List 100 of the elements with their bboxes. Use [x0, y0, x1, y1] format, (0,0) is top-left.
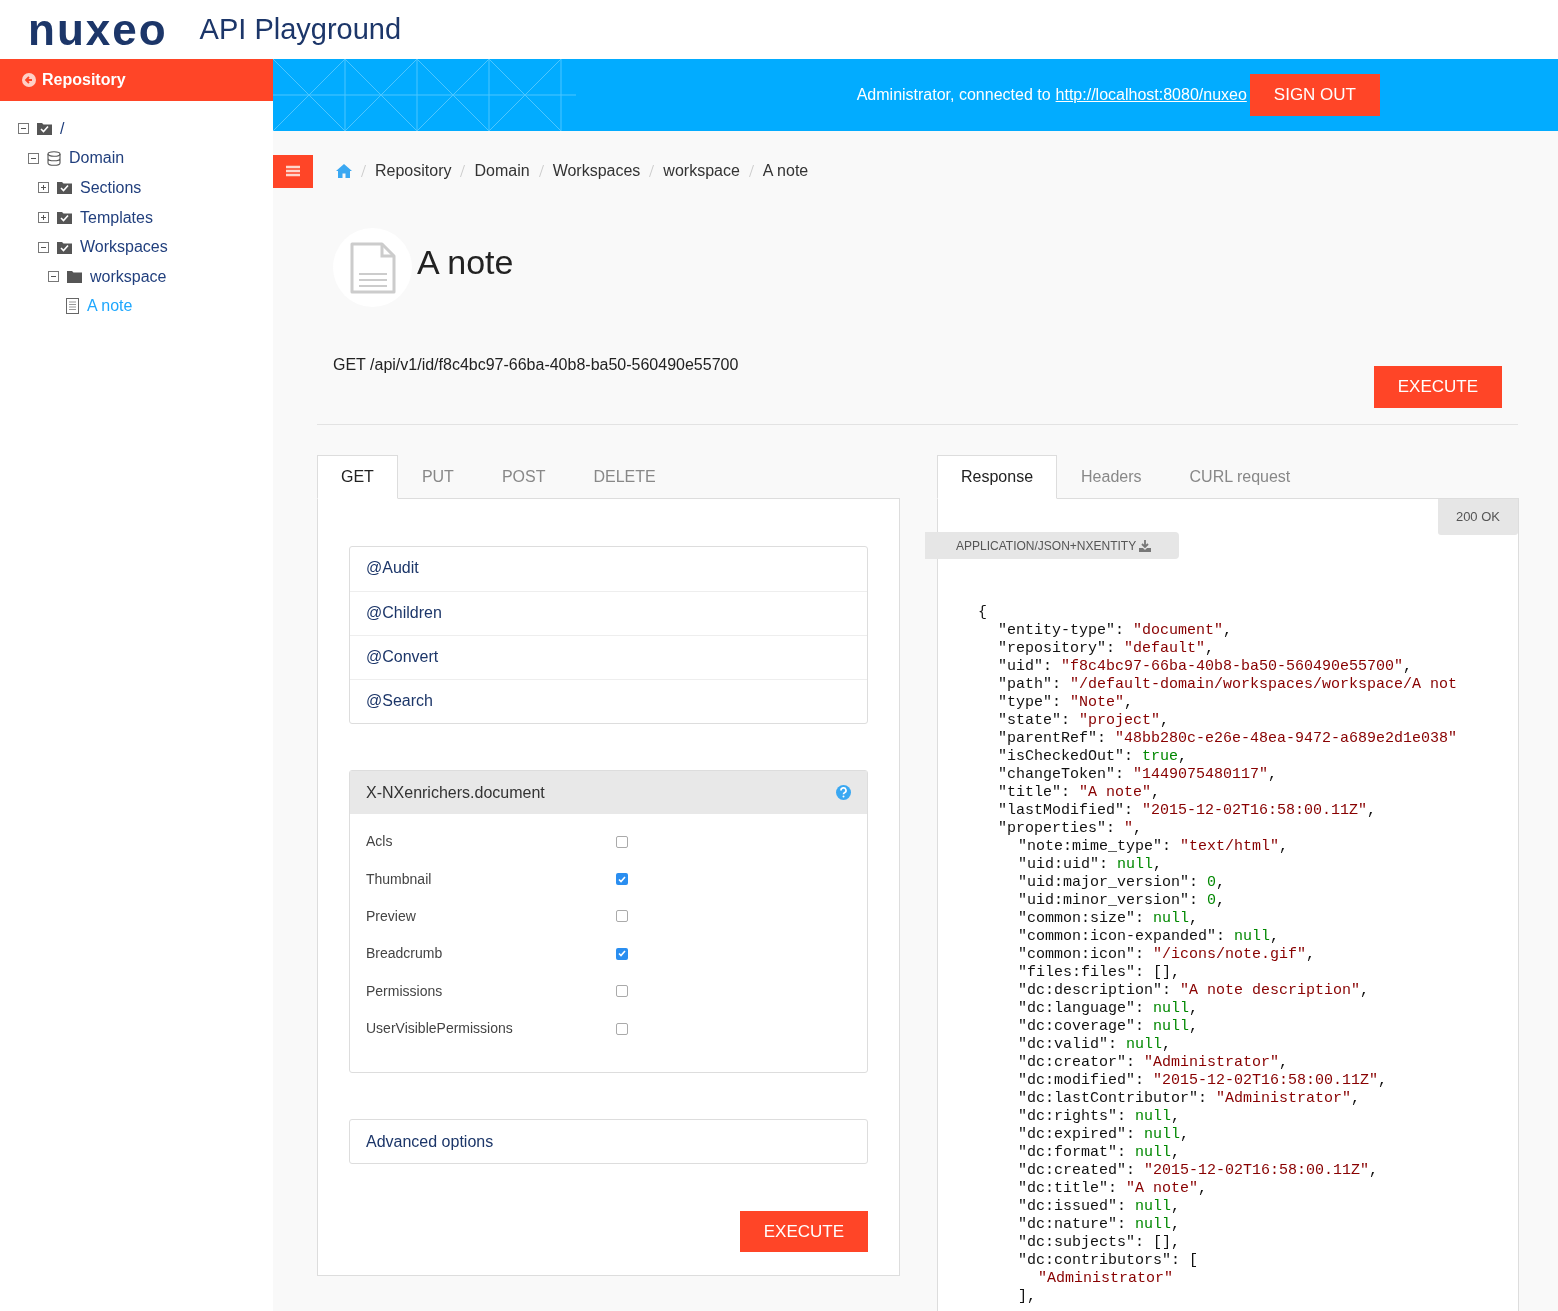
json-key: "dc:lastContributor": — [1018, 1090, 1208, 1108]
json-punctuation: , — [1279, 1054, 1289, 1072]
tree-item[interactable]: Domain — [69, 146, 125, 171]
tree-item[interactable]: Workspaces — [80, 235, 168, 260]
json-punctuation: , — [1189, 1018, 1199, 1036]
json-key: "dc:coverage": — [1018, 1018, 1145, 1036]
enricher-label: Permissions — [366, 981, 444, 1001]
json-punctuation: , — [1124, 694, 1134, 712]
home-icon[interactable] — [336, 164, 352, 178]
tab[interactable]: Response — [937, 455, 1058, 499]
tree-item[interactable]: Templates — [80, 205, 153, 230]
json-value: null — [1153, 910, 1190, 928]
json-key: "uid:major_version": — [1018, 874, 1199, 892]
json-punctuation: ], — [1018, 1288, 1036, 1306]
checkbox[interactable] — [616, 985, 628, 998]
adapter-link[interactable]: @Convert — [350, 635, 867, 679]
json-value: "A note" — [1079, 784, 1152, 802]
connection-text: Administrator, connected to — [856, 85, 1051, 105]
checkbox[interactable] — [616, 835, 628, 848]
json-punctuation: { — [978, 604, 987, 621]
json-key: "state": — [998, 712, 1070, 730]
breadcrumb-separator-icon — [361, 165, 366, 177]
json-value: [], — [1153, 1234, 1181, 1252]
json-value: null — [1234, 928, 1271, 946]
json-value: "f8c4bc97-66ba-40b8-ba50-560490e55700" — [1061, 658, 1404, 676]
folder-check-icon — [57, 211, 72, 225]
advanced-options-toggle[interactable]: Advanced options — [349, 1119, 868, 1165]
json-punctuation: , — [1279, 838, 1289, 856]
breadcrumb-separator-icon — [460, 165, 466, 177]
json-value: "Administrator" — [1216, 1090, 1352, 1108]
json-value: "48bb280c-e26e-48ea-9472-a689e2d1e038" — [1115, 730, 1458, 748]
json-value: "Note" — [1070, 694, 1125, 712]
json-key: "common:icon": — [1018, 946, 1145, 964]
checkbox[interactable] — [616, 910, 628, 923]
adapter-link[interactable]: @Audit — [350, 547, 867, 591]
json-punctuation: , — [1306, 946, 1316, 964]
breadcrumb-link[interactable]: Workspaces — [552, 159, 641, 183]
tree-item[interactable]: Sections — [80, 176, 142, 200]
breadcrumb-link[interactable]: A note — [762, 159, 809, 183]
collapse-icon[interactable] — [28, 152, 39, 164]
json-value: "/icons/note.gif" — [1153, 946, 1307, 964]
json-punctuation: , — [1171, 1198, 1181, 1216]
json-value: null — [1126, 1036, 1163, 1054]
json-punctuation: , — [1171, 1108, 1181, 1126]
json-key: "dc:issued": — [1018, 1198, 1127, 1216]
folder-icon — [67, 270, 82, 284]
json-key: "title": — [998, 784, 1070, 802]
document-icon — [349, 241, 396, 294]
json-key: "dc:creator": — [1018, 1054, 1136, 1072]
download-icon[interactable] — [1139, 539, 1152, 552]
menu-button[interactable] — [273, 154, 313, 188]
help-icon[interactable] — [836, 785, 851, 800]
json-key: "type": — [998, 694, 1061, 712]
json-value: null — [1135, 1198, 1172, 1216]
breadcrumb-separator-icon — [748, 165, 754, 177]
json-key: "uid:uid": — [1018, 856, 1108, 874]
tree-item[interactable]: workspace — [90, 264, 167, 289]
checkbox[interactable] — [616, 873, 628, 886]
collapse-icon[interactable] — [48, 271, 59, 283]
json-punctuation: , — [1180, 1126, 1190, 1144]
json-key: "dc:created": — [1018, 1162, 1136, 1180]
json-value: "text/html" — [1180, 838, 1280, 856]
json-punctuation: , — [1178, 748, 1188, 766]
json-key: "properties": — [998, 820, 1116, 838]
json-key: "dc:language": — [1018, 1000, 1145, 1018]
json-key: "dc:valid": — [1018, 1036, 1118, 1054]
json-punctuation: , — [1216, 874, 1226, 892]
adapter-link[interactable]: @Children — [350, 591, 867, 635]
json-value: [ — [1189, 1252, 1199, 1270]
json-value: "Administrator" — [1038, 1270, 1174, 1288]
folder-check-icon — [57, 181, 72, 195]
json-punctuation: , — [1351, 1090, 1361, 1108]
json-value: "A note" — [1126, 1180, 1199, 1198]
json-value: "/default-domain/workspaces/workspace/A not — [1070, 676, 1458, 694]
expand-icon[interactable] — [38, 182, 49, 194]
folder-check-icon — [37, 122, 52, 136]
expand-icon[interactable] — [38, 212, 49, 224]
breadcrumb-link[interactable]: Repository — [375, 159, 452, 183]
json-value: "document" — [1133, 622, 1224, 640]
json-punctuation: , — [1205, 640, 1215, 658]
enricher-label: Preview — [366, 906, 417, 926]
collapse-icon[interactable] — [18, 123, 29, 135]
back-arrow-icon[interactable] — [22, 73, 36, 87]
tree-item[interactable]: / — [60, 116, 65, 141]
breadcrumb-link[interactable]: workspace — [663, 159, 740, 183]
checkbox[interactable] — [616, 1022, 628, 1035]
status-badge: 200 OK — [1437, 499, 1518, 535]
json-value: "1449075480117" — [1133, 766, 1269, 784]
collapse-icon[interactable] — [38, 241, 49, 253]
json-key: "changeToken": — [998, 766, 1125, 784]
json-key: "common:icon-expanded": — [1018, 928, 1226, 946]
tab[interactable]: GET — [317, 455, 398, 499]
adapter-link[interactable]: @Search — [350, 679, 867, 723]
json-value: 0 — [1207, 874, 1217, 892]
menu-icon[interactable] — [286, 165, 300, 177]
checkbox[interactable] — [616, 947, 628, 960]
breadcrumb-link[interactable]: Domain — [474, 159, 530, 183]
json-key: "dc:subjects": — [1018, 1234, 1145, 1252]
document-icon — [66, 298, 79, 315]
breadcrumb-separator-icon — [649, 165, 655, 177]
